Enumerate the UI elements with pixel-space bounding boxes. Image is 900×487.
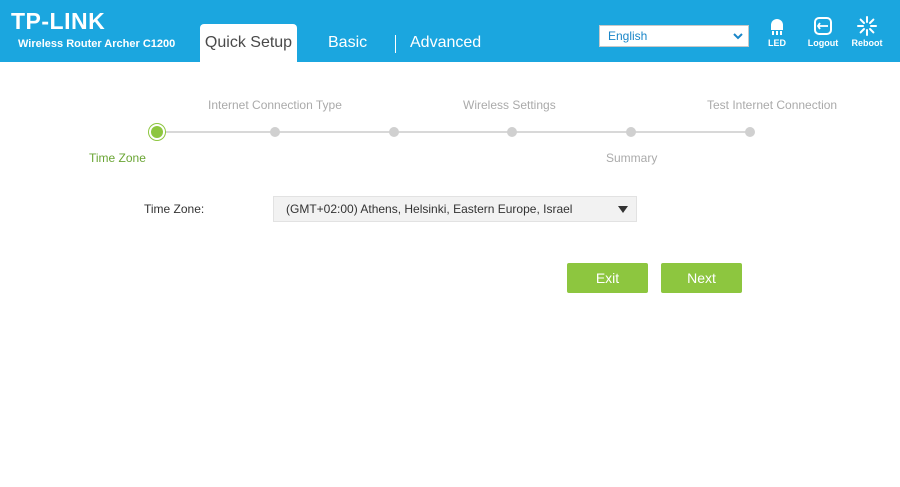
logout-button[interactable]: Logout (801, 16, 845, 49)
logout-label: Logout (807, 38, 839, 48)
step-dot-time-zone (151, 126, 163, 138)
exit-button[interactable]: Exit (567, 263, 648, 293)
tab-quick-setup[interactable]: Quick Setup (200, 24, 297, 62)
header-bar: TP-LINK Wireless Router Archer C1200 Qui… (0, 0, 900, 62)
led-label: LED (768, 38, 786, 48)
caret-down-icon (618, 206, 628, 213)
step-label-test-internet-connection: Test Internet Connection (707, 98, 838, 112)
time-zone-label: Time Zone: (144, 202, 205, 216)
language-select[interactable]: English (599, 25, 749, 47)
step-dot-summary (626, 127, 636, 137)
chevron-down-icon (733, 33, 743, 40)
wizard-progress-line (157, 131, 750, 133)
logout-icon (814, 17, 832, 35)
tab-divider (395, 35, 396, 53)
step-dot-wireless-settings (507, 127, 517, 137)
time-zone-value: (GMT+02:00) Athens, Helsinki, Eastern Eu… (286, 202, 573, 216)
led-icon (771, 19, 783, 35)
reboot-icon (857, 16, 877, 36)
tab-advanced[interactable]: Advanced (410, 24, 481, 62)
step-label-summary: Summary (606, 151, 658, 165)
step-label-internet-connection-type: Internet Connection Type (208, 98, 342, 112)
step-label-wireless-settings: Wireless Settings (463, 98, 556, 112)
step-dot-step-3 (389, 127, 399, 137)
next-button[interactable]: Next (661, 263, 742, 293)
led-button[interactable]: LED (755, 16, 799, 49)
router-model: Wireless Router Archer C1200 (18, 38, 176, 50)
step-dot-test-internet-connection (745, 127, 755, 137)
reboot-label: Reboot (851, 38, 883, 48)
language-value: English (608, 29, 648, 43)
brand-logo: TP-LINK (11, 8, 106, 34)
step-dot-internet-connection-type (270, 127, 280, 137)
tab-basic[interactable]: Basic (328, 24, 367, 62)
step-label-time-zone: Time Zone (89, 151, 146, 165)
reboot-button[interactable]: Reboot (845, 16, 889, 49)
time-zone-select[interactable]: (GMT+02:00) Athens, Helsinki, Eastern Eu… (273, 196, 637, 222)
